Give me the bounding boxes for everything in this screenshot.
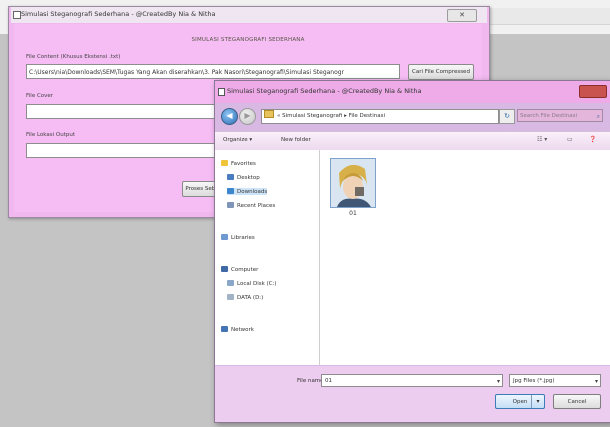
file-list-area: 01 [320,150,610,365]
dialog-close-button[interactable] [579,85,607,98]
main-window-title: Simulasi Steganografi Sederhana - @Creat… [21,10,216,18]
nav-favorites[interactable]: Favorites [221,160,256,167]
file-type-value: Jpg Files (*.jpg) [513,378,555,384]
view-options-icon[interactable]: ☷ ▾ [537,136,547,143]
nav-data-drive-label: DATA (D:) [237,295,264,301]
drive-icon [227,294,234,300]
folder-icon [264,110,274,118]
download-icon [227,188,234,194]
chevron-down-icon: ▾ [594,378,598,385]
nav-recent-places[interactable]: Recent Places [227,202,275,209]
navigation-pane: Favorites Desktop Downloads Recent Place… [215,150,320,365]
new-folder-button[interactable]: New folder [281,137,311,143]
nav-local-disk[interactable]: Local Disk (C:) [227,280,277,287]
network-icon [221,326,228,332]
nav-computer[interactable]: Computer [221,266,258,273]
image-thumbnail-icon [331,159,375,207]
nav-data-drive[interactable]: DATA (D:) [227,294,263,301]
nav-libraries[interactable]: Libraries [221,234,255,241]
file-name-value: 01 [325,378,332,384]
open-file-dialog: Simulasi Steganografi Sederhana - @Creat… [214,80,610,423]
form-heading: SIMULASI STEGANOGRAFI SEDERHANA [191,37,305,43]
breadcrumb-path: « Simulasi Steganografi ▸ File Destinasi [277,113,385,119]
recent-places-icon [227,202,234,208]
computer-icon [221,266,228,272]
cancel-button[interactable]: Cancel [553,394,601,409]
dialog-title: Simulasi Steganografi Sederhana - @Creat… [227,87,422,95]
file-content-input[interactable]: C:\Users\nia\Downloads\SEM\Tugas Yang Ak… [26,64,400,79]
library-icon [221,234,228,240]
background-window-strip [476,8,610,25]
main-titlebar: Simulasi Steganografi Sederhana - @Creat… [11,7,487,23]
nav-desktop[interactable]: Desktop [227,174,260,181]
star-icon [221,160,228,166]
search-input[interactable]: Search File Destinasi ⌕ [517,109,603,122]
close-button[interactable]: ✕ [447,9,477,22]
nav-network[interactable]: Network [221,326,254,333]
file-thumbnail-01[interactable] [330,158,376,208]
nav-libraries-label: Libraries [231,235,255,241]
nav-local-disk-label: Local Disk (C:) [237,281,277,287]
back-arrow-icon[interactable]: ◀ [221,108,238,125]
dialog-bottom-area: File name: 01 ▾ Jpg Files (*.jpg) ▾ Open ▾ … [215,366,610,422]
file-item-label[interactable]: 01 [330,210,376,217]
dialog-app-icon [218,88,225,96]
find-compressed-file-button[interactable]: Cari File Compressed [408,64,474,80]
file-cover-input[interactable] [26,104,216,119]
app-icon [13,11,21,19]
nav-network-label: Network [231,327,254,333]
breadcrumb[interactable]: « Simulasi Steganografi ▸ File Destinasi [261,109,499,124]
forward-arrow-icon[interactable]: ▶ [239,108,256,125]
nav-favorites-label: Favorites [231,161,256,167]
search-placeholder: Search File Destinasi [520,113,578,119]
help-icon[interactable]: ❓ [589,136,596,143]
nav-recent-places-label: Recent Places [237,203,276,209]
nav-computer-label: Computer [231,267,259,273]
refresh-icon[interactable]: ↻ [499,109,515,124]
chevron-down-icon: ▾ [496,378,500,385]
dialog-address-row: ◀ ▶ « Simulasi Steganografi ▸ File Desti… [219,107,605,127]
file-cover-label: File Cover [26,93,54,99]
open-options-arrow-icon[interactable]: ▾ [531,395,544,408]
drive-icon [227,280,234,286]
nav-desktop-label: Desktop [237,175,260,181]
file-output-label: File Lokasi Output [26,132,75,138]
open-button[interactable]: Open ▾ [495,394,545,409]
open-button-label: Open [512,399,528,405]
file-name-input[interactable]: 01 ▾ [321,374,503,387]
file-type-select[interactable]: Jpg Files (*.jpg) ▾ [509,374,601,387]
dialog-command-bar: Organize ▾ New folder ☷ ▾ ▭ ❓ [215,131,610,151]
preview-pane-icon[interactable]: ▭ [567,136,573,143]
nav-downloads[interactable]: Downloads [227,188,268,195]
dialog-titlebar: Simulasi Steganografi Sederhana - @Creat… [215,81,610,103]
file-content-label: File Content (Khusus Ekstensi .txt) [26,54,121,60]
desktop-icon [227,174,234,180]
nav-downloads-label: Downloads [237,189,268,195]
organize-menu[interactable]: Organize ▾ [223,137,252,143]
file-output-input[interactable] [26,143,216,158]
search-icon: ⌕ [596,113,600,120]
